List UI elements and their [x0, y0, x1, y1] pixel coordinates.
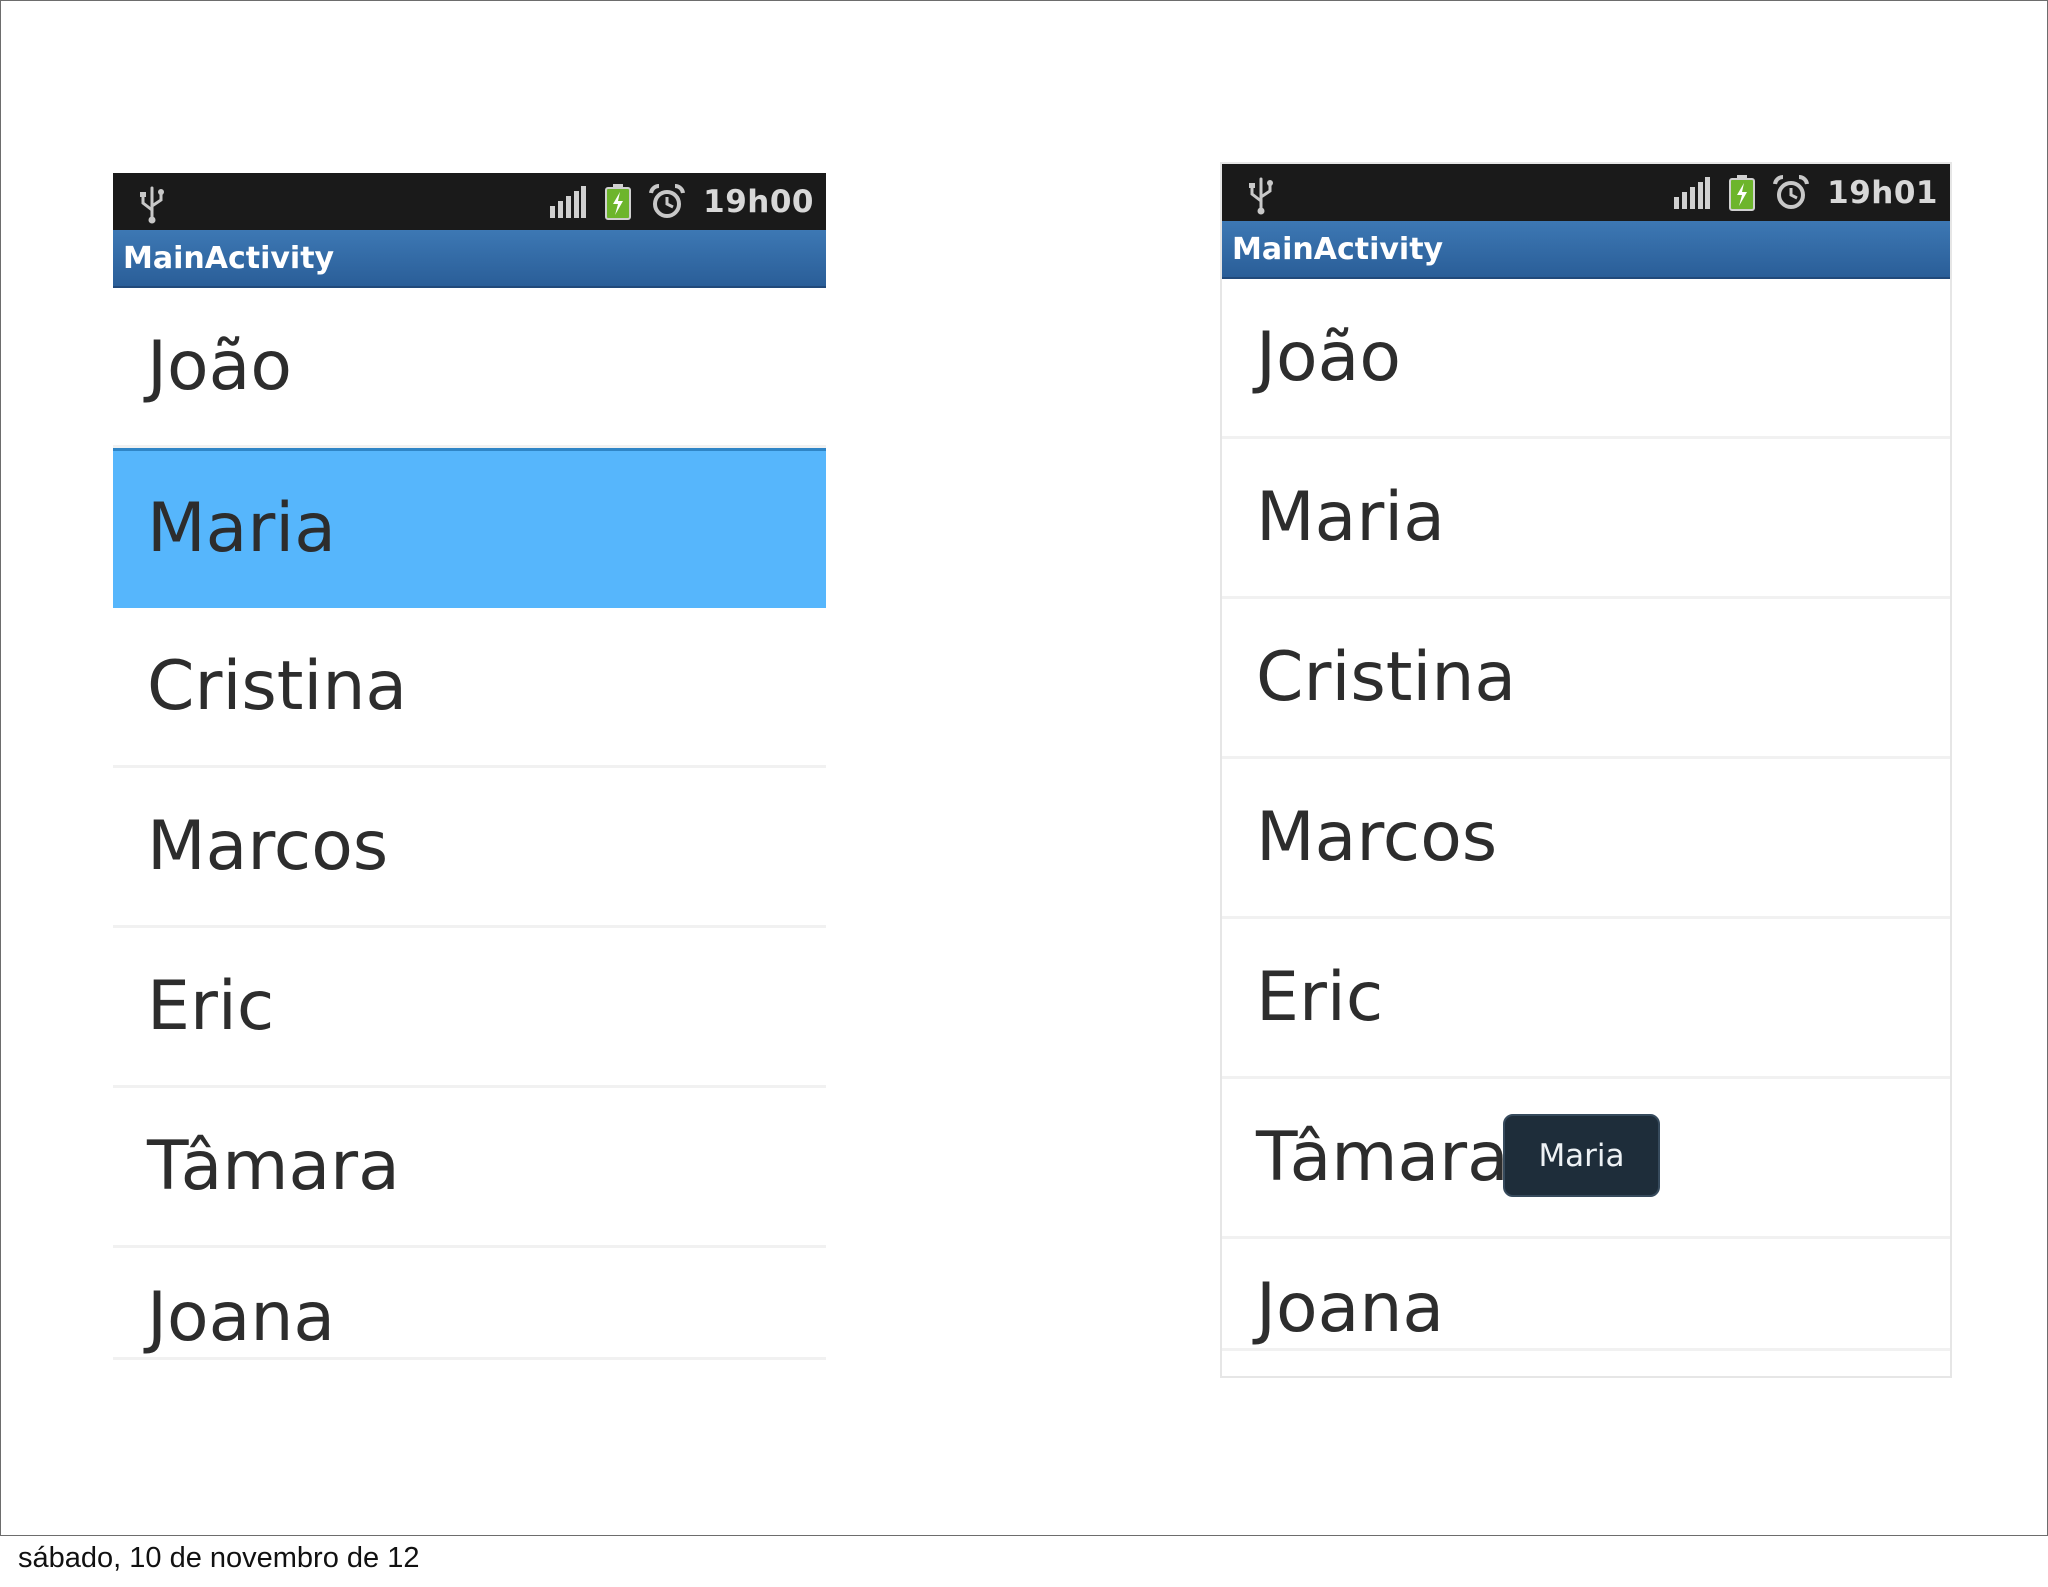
activity-title: MainActivity	[1222, 221, 1950, 279]
status-bar: 19h01	[1222, 164, 1950, 221]
status-bar: 19h00	[113, 173, 826, 230]
list-item-tamara[interactable]: Tâmara	[113, 1088, 826, 1248]
list-item-cristina[interactable]: Cristina	[113, 608, 826, 768]
phone-screen-left: 19h00 MainActivity João Maria Cristina M…	[113, 173, 826, 1367]
alarm-icon	[1773, 174, 1810, 209]
signal-icon	[550, 185, 587, 218]
status-time: 19h01	[1827, 174, 1938, 211]
names-list: João Maria Cristina Marcos Eric Tâmara J…	[113, 288, 826, 1360]
activity-title: MainActivity	[113, 230, 826, 288]
battery-charging-icon	[1729, 174, 1756, 211]
list-item-joao[interactable]: João	[113, 288, 826, 448]
list-item-maria-selected[interactable]: Maria	[113, 448, 826, 608]
list-item-joana[interactable]: Joana	[113, 1248, 826, 1360]
status-time: 19h00	[703, 183, 814, 220]
usb-icon	[1249, 177, 1273, 215]
signal-icon	[1674, 176, 1711, 209]
presentation-slide: 19h00 MainActivity João Maria Cristina M…	[0, 0, 2048, 1536]
list-item-eric[interactable]: Eric	[113, 928, 826, 1088]
alarm-icon	[649, 183, 686, 218]
toast-message: Maria	[1503, 1114, 1660, 1197]
list-item-cristina[interactable]: Cristina	[1222, 599, 1950, 759]
list-item-marcos[interactable]: Marcos	[113, 768, 826, 928]
list-item-maria[interactable]: Maria	[1222, 439, 1950, 599]
battery-charging-icon	[605, 183, 632, 220]
usb-icon	[140, 186, 164, 224]
list-item-eric[interactable]: Eric	[1222, 919, 1950, 1079]
slide-date-footer: sábado, 10 de novembro de 12	[18, 1542, 420, 1574]
list-item-joana[interactable]: Joana	[1222, 1239, 1950, 1351]
list-item-joao[interactable]: João	[1222, 279, 1950, 439]
list-item-marcos[interactable]: Marcos	[1222, 759, 1950, 919]
